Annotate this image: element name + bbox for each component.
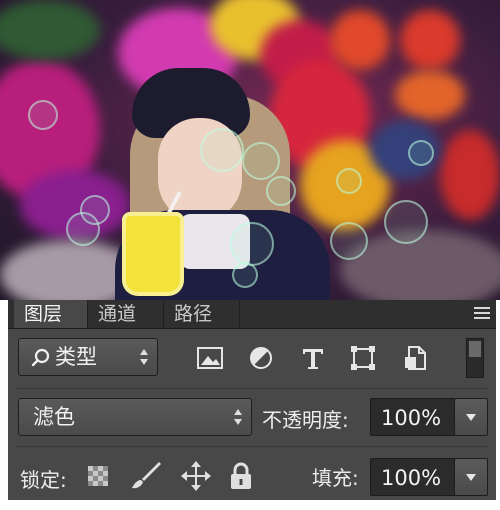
lantern-blob (395, 70, 465, 120)
filter-type-label: 类型 (55, 345, 97, 369)
bokeh-light (384, 200, 428, 244)
bokeh-light (230, 222, 274, 266)
foliage-blob (0, 0, 100, 60)
bokeh-light (408, 140, 434, 166)
panel-menu-icon[interactable] (474, 304, 490, 322)
tab-paths[interactable]: 路径 (164, 300, 240, 328)
lock-paint-brush-icon[interactable] (128, 460, 162, 492)
lock-move-icon[interactable] (180, 460, 212, 492)
adjustment-circle-icon[interactable] (246, 343, 276, 373)
divider (16, 388, 488, 389)
shape-icon[interactable] (348, 343, 378, 373)
bokeh-light (330, 222, 368, 260)
blend-mode-value: 滤色 (33, 405, 75, 429)
opacity-dropdown-button[interactable] (454, 398, 488, 436)
lock-label: 锁定: (20, 468, 67, 492)
select-arrows-icon (233, 408, 243, 426)
fill-input[interactable]: 100% (370, 458, 456, 496)
lock-transparent-icon[interactable] (86, 464, 110, 488)
bokeh-light (232, 262, 258, 288)
lantern-blob (400, 10, 460, 70)
fill-dropdown-button[interactable] (454, 458, 488, 496)
bokeh-light (266, 176, 296, 206)
lock-all-icon[interactable] (228, 460, 254, 492)
layers-panel: 图层 通道 路径 类型 滤色 不透明度: 100% 锁定: 填充: 100% (8, 300, 496, 500)
divider (16, 446, 488, 447)
lantern-blob (330, 10, 390, 70)
panel-tab-bar: 图层 通道 路径 (8, 300, 496, 329)
tab-layers[interactable]: 图层 (14, 300, 88, 328)
text-icon[interactable] (298, 343, 328, 373)
tab-channels[interactable]: 通道 (88, 300, 164, 328)
bokeh-light (66, 212, 100, 246)
bokeh-light (242, 142, 280, 180)
filter-type-select[interactable]: 类型 (18, 338, 158, 376)
canvas-photo (0, 0, 500, 300)
opacity-label: 不透明度: (262, 408, 349, 432)
opacity-input[interactable]: 100% (370, 398, 456, 436)
image-icon[interactable] (195, 343, 225, 373)
fill-value: 100% (381, 466, 442, 490)
drink-cup (122, 212, 184, 296)
blend-mode-select[interactable]: 滤色 (18, 398, 252, 436)
filter-toggle-switch[interactable] (466, 338, 484, 378)
bokeh-light (28, 100, 58, 130)
select-arrows-icon (139, 348, 149, 366)
lantern-blob (440, 130, 500, 220)
opacity-value: 100% (381, 406, 442, 430)
fill-label: 填充: (312, 466, 359, 490)
bokeh-light (200, 128, 244, 172)
toggle-knob (469, 341, 481, 357)
smart-object-icon[interactable] (400, 343, 430, 373)
bokeh-light (336, 168, 362, 194)
search-icon (31, 348, 50, 367)
